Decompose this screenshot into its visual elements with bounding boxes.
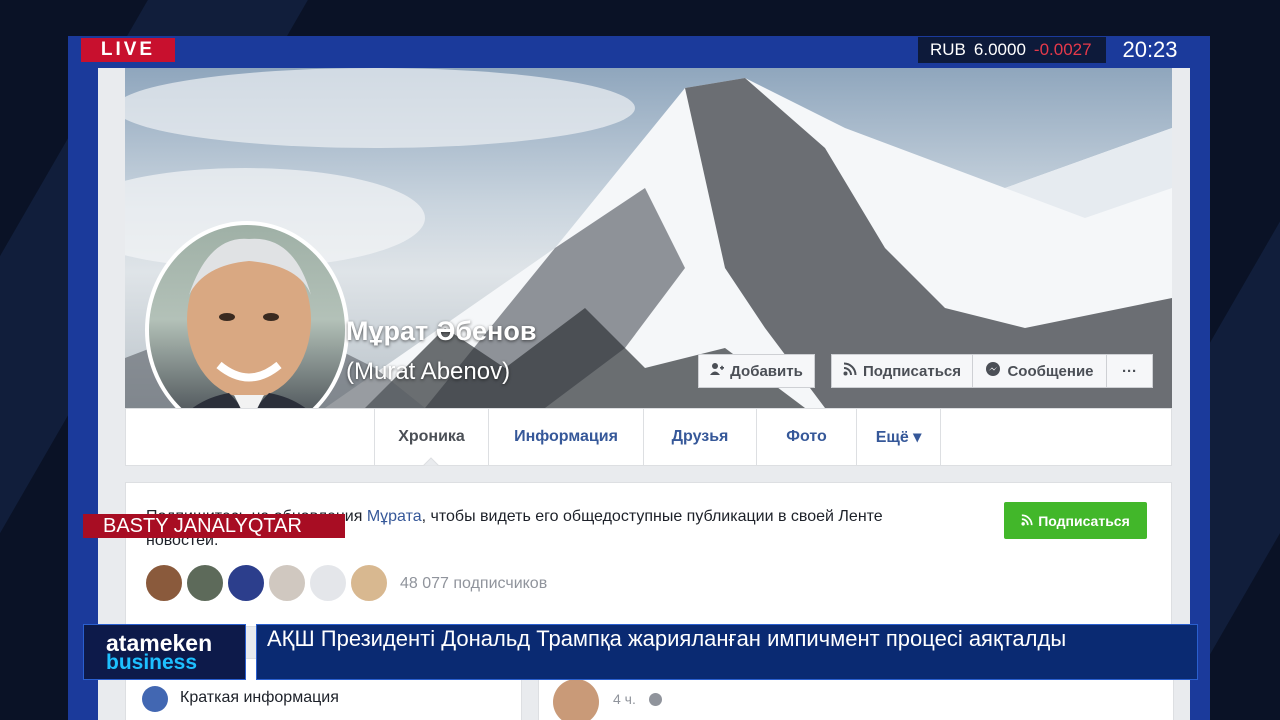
rss-icon bbox=[843, 362, 857, 380]
message-button[interactable]: Сообщение bbox=[972, 354, 1107, 388]
info-icon bbox=[142, 686, 168, 712]
profile-alt-name: (Murat Abenov) bbox=[346, 358, 511, 385]
intro-title: Краткая информация bbox=[180, 689, 339, 706]
follower-avatar[interactable] bbox=[267, 563, 307, 603]
follower-avatar[interactable] bbox=[226, 563, 266, 603]
follow-green-button[interactable]: Подписаться bbox=[1004, 502, 1147, 539]
profile-name: Мұрат Әбенов bbox=[346, 316, 537, 346]
currency-code: RUB bbox=[930, 40, 966, 59]
tab-friends[interactable]: Друзья bbox=[644, 409, 757, 465]
news-headline: АҚШ Президенті Дональд Трампқа жарияланғ… bbox=[256, 624, 1198, 680]
rss-icon bbox=[1021, 513, 1033, 529]
message-label: Сообщение bbox=[1007, 362, 1094, 380]
profile-link[interactable]: Мұрата bbox=[367, 508, 422, 525]
profile-nav: Хроника Информация Друзья Фото Ещё ▾ bbox=[125, 408, 1172, 466]
add-friend-label: Добавить bbox=[730, 362, 803, 380]
post-avatar[interactable] bbox=[553, 679, 599, 720]
currency-change: -0.0027 bbox=[1033, 40, 1092, 59]
follower-avatar[interactable] bbox=[308, 563, 348, 603]
tab-photos[interactable]: Фото bbox=[757, 409, 857, 465]
follow-prompt-box: Подпишитесь на обновления Мұрата, чтобы … bbox=[125, 482, 1172, 627]
facebook-profile-page: Мұрат Әбенов (Murat Abenov) Добавить Под… bbox=[98, 68, 1190, 720]
subscriber-count[interactable]: 48 077 подписчиков bbox=[400, 575, 547, 593]
live-badge: LIVE bbox=[81, 38, 175, 62]
follower-avatar[interactable] bbox=[185, 563, 225, 603]
clock: 20:23 bbox=[1122, 37, 1178, 62]
more-label: ··· bbox=[1122, 362, 1137, 380]
profile-avatar[interactable] bbox=[145, 221, 349, 439]
follow-label: Подписаться bbox=[862, 362, 962, 380]
channel-logo: atameken business bbox=[83, 624, 246, 680]
globe-icon bbox=[649, 693, 662, 706]
follow-button[interactable]: Подписаться bbox=[831, 354, 973, 388]
add-friend-button[interactable]: Добавить bbox=[698, 354, 815, 388]
active-tab-indicator bbox=[423, 457, 439, 466]
follower-avatar[interactable] bbox=[144, 563, 184, 603]
section-label: BASTY JANALYQTAR bbox=[83, 514, 345, 538]
currency-rate: 6.0000 bbox=[973, 40, 1026, 59]
more-options-button[interactable]: ··· bbox=[1106, 354, 1153, 388]
messenger-icon bbox=[985, 361, 1001, 381]
tab-about[interactable]: Информация bbox=[489, 409, 644, 465]
add-friend-icon bbox=[710, 362, 725, 380]
follower-avatar[interactable] bbox=[349, 563, 389, 603]
post-time[interactable]: 4 ч. bbox=[613, 691, 636, 707]
tab-more[interactable]: Ещё ▾ bbox=[857, 409, 941, 465]
currency-ticker: RUB 6.0000 -0.0027 bbox=[918, 37, 1106, 63]
